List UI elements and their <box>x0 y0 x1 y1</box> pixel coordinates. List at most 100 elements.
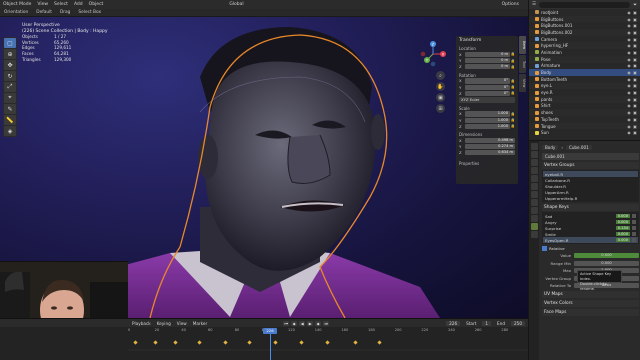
world-tab-icon[interactable] <box>530 175 538 182</box>
rotation-z-field[interactable]: Z 0° 🔒 <box>459 90 515 97</box>
menu-add[interactable]: Add <box>74 2 83 7</box>
drag-dropdown[interactable]: Select Box <box>78 10 101 15</box>
grid-icon[interactable]: ⊞ <box>436 104 445 113</box>
outliner-row[interactable]: eye.L ◉ ▣ <box>529 82 640 90</box>
tab-item[interactable]: Item <box>519 36 526 54</box>
scene-tab-icon[interactable] <box>530 167 538 174</box>
physics-tab-icon[interactable] <box>530 207 538 214</box>
outliner-row[interactable]: Armature ◉ ▣ <box>529 63 640 70</box>
keyframe-track[interactable] <box>128 336 528 358</box>
relative-checkbox-row[interactable]: Relative <box>542 245 639 252</box>
dimensions-y-field[interactable]: Y 0.274 m <box>459 144 515 150</box>
breadcrumb-mesh[interactable]: Cube.001 <box>565 144 592 150</box>
vertex-groups-header[interactable]: Vertex Groups <box>542 162 639 169</box>
render-camera-icon[interactable]: ▣ <box>632 103 638 108</box>
mode-selector[interactable]: Object Mode <box>3 2 31 7</box>
timeline-ruler[interactable]: 0 20 40 60 80 100 120 140 160 180 200 22… <box>128 328 528 335</box>
scale-x-field[interactable]: X 1.000 🔒 <box>459 111 515 117</box>
transform-orientation[interactable]: Global <box>229 2 243 7</box>
render-camera-icon[interactable]: ▣ <box>632 50 638 55</box>
menu-object[interactable]: Object <box>89 2 104 7</box>
next-key-icon[interactable]: ◆ <box>315 320 322 326</box>
mesh-name-field[interactable]: Cube.001 <box>542 153 639 160</box>
vertex-colors-header[interactable]: Vertex Colors <box>542 300 639 307</box>
transform-tool[interactable]: ⌖ <box>4 93 16 103</box>
constraints-tab-icon[interactable] <box>530 215 538 222</box>
marker-menu[interactable]: Marker <box>193 321 207 326</box>
outliner-row[interactable]: Body ◉ ▣ <box>529 69 640 76</box>
render-camera-icon[interactable]: ▣ <box>632 23 638 28</box>
render-camera-icon[interactable]: ▣ <box>632 83 638 88</box>
outliner-row[interactable]: rootJoint ◉ ▣ <box>529 9 640 16</box>
end-frame-field[interactable]: 250 <box>511 320 525 326</box>
tool-tab-icon[interactable] <box>530 143 538 150</box>
select-box-tool[interactable]: ▢ <box>4 38 16 48</box>
options-dropdown[interactable]: Options <box>502 2 519 7</box>
uv-maps-header[interactable]: UV Maps <box>542 291 639 298</box>
annotate-tool[interactable]: ✎ <box>4 104 16 114</box>
jump-end-icon[interactable]: ⏭ <box>323 320 330 326</box>
rotation-y-field[interactable]: Y 0° 🔒 <box>459 84 515 90</box>
move-tool[interactable]: ✥ <box>4 60 16 70</box>
outliner-row[interactable]: Tongue ◉ ▣ <box>529 122 640 130</box>
outliner-row[interactable]: BottomTeeth ◉ ▣ <box>529 76 640 83</box>
measure-tool[interactable]: 📏 <box>4 115 16 125</box>
render-camera-icon[interactable]: ▣ <box>632 70 638 75</box>
render-camera-icon[interactable]: ▣ <box>632 77 638 82</box>
object-tab-icon[interactable] <box>530 183 538 190</box>
play-icon[interactable]: ▶ <box>307 320 314 326</box>
particles-tab-icon[interactable] <box>530 199 538 206</box>
render-camera-icon[interactable]: ▣ <box>632 124 638 129</box>
scale-z-field[interactable]: Z 1.000 🔒 <box>459 123 515 129</box>
display-mode-icon[interactable]: ☰ <box>532 2 536 7</box>
play-reverse-icon[interactable]: ◀ <box>299 320 306 326</box>
render-camera-icon[interactable]: ▣ <box>632 117 638 122</box>
prev-key-icon[interactable]: ◆ <box>291 320 298 326</box>
jump-start-icon[interactable]: ⏮ <box>283 320 290 326</box>
navigation-gizmo[interactable]: X Z Y <box>420 41 446 67</box>
render-camera-icon[interactable]: ▣ <box>632 43 638 48</box>
camera-view-icon[interactable]: ▣ <box>436 93 445 102</box>
transform-panel-title[interactable]: Transform <box>459 38 515 43</box>
render-camera-icon[interactable]: ▣ <box>632 30 638 35</box>
view-menu[interactable]: View <box>177 321 187 326</box>
range-min-field[interactable]: Range Min 0.000 <box>542 260 639 267</box>
render-camera-icon[interactable]: ▣ <box>632 63 638 68</box>
outliner-row[interactable]: Camera ◉ ▣ <box>529 36 640 43</box>
rotate-tool[interactable]: ↻ <box>4 71 16 81</box>
mesh-data-tab-icon[interactable] <box>530 223 538 230</box>
render-camera-icon[interactable]: ▣ <box>632 10 638 15</box>
render-camera-icon[interactable]: ▣ <box>632 90 638 95</box>
location-x-field[interactable]: X0 m 🔒 <box>459 51 515 58</box>
zoom-icon[interactable]: ⌕ <box>436 71 445 80</box>
playback-menu[interactable]: Playback <box>132 321 151 326</box>
render-tab-icon[interactable] <box>530 151 538 158</box>
render-camera-icon[interactable]: ▣ <box>632 17 638 22</box>
render-camera-icon[interactable]: ▣ <box>632 110 638 115</box>
outliner-row[interactable]: hyperring_HF ◉ ▣ <box>529 42 640 50</box>
face-maps-header[interactable]: Face Maps <box>542 309 639 316</box>
render-camera-icon[interactable]: ▣ <box>632 37 638 42</box>
outliner-row[interactable]: Sun ◉ ▣ <box>529 129 640 136</box>
output-tab-icon[interactable] <box>530 159 538 166</box>
render-camera-icon[interactable]: ▣ <box>632 97 638 102</box>
start-frame-field[interactable]: 1 <box>482 320 492 326</box>
shape-keys-header[interactable]: Shape Keys <box>542 204 639 211</box>
dimensions-z-field[interactable]: Z 0.634 m <box>459 150 515 156</box>
outliner-row[interactable]: shoes ◉ ▣ <box>529 109 640 116</box>
location-y-field[interactable]: Y0 m 🔒 <box>459 57 515 64</box>
modifier-tab-icon[interactable] <box>530 191 538 198</box>
dimensions-x-field[interactable]: X 0.498 m <box>459 137 515 144</box>
rotation-x-field[interactable]: X 0° 🔒 <box>459 78 515 84</box>
outliner-row[interactable]: Animation ◉ ▣ <box>529 49 640 56</box>
outliner-row[interactable]: Shirt ◉ ▣ <box>529 103 640 110</box>
checkbox-icon[interactable] <box>542 245 547 251</box>
list-item[interactable]: UpperarmHelp.R <box>543 195 638 201</box>
cursor-tool[interactable]: ⊕ <box>4 49 16 59</box>
outliner-row[interactable]: TopTeeth ◉ ▣ <box>529 116 640 123</box>
breadcrumb-object[interactable]: Body <box>542 144 559 150</box>
outliner-row[interactable]: BigButtons.002 ◉ ▣ <box>529 29 640 36</box>
outliner-row[interactable]: pants ◉ ▣ <box>529 95 640 103</box>
menu-view[interactable]: View <box>37 2 48 7</box>
keying-menu[interactable]: Keying <box>157 321 171 326</box>
